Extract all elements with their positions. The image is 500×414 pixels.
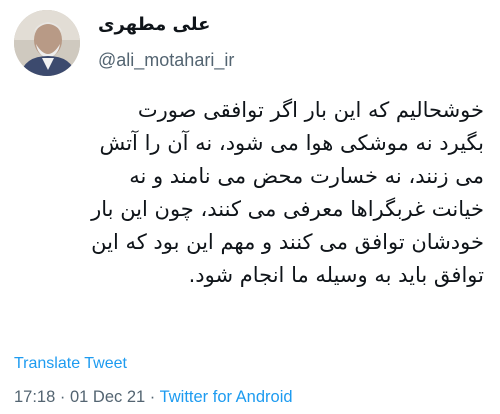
avatar[interactable] bbox=[14, 10, 80, 76]
tweet-line: خودشان توافق می کنند و مهم این بود که ای… bbox=[91, 230, 484, 254]
tweet-body: خوشحالیم که این بار اگر توافقی صورت بگیر… bbox=[14, 94, 484, 292]
tweet-time[interactable]: 17:18 bbox=[14, 388, 55, 406]
meta-separator: · bbox=[145, 388, 160, 406]
tweet-line: می زنند، نه خسارت محض می نامند و نه bbox=[129, 164, 484, 188]
tweet-line: توافق باید به وسیله ما انجام شود. bbox=[188, 263, 484, 287]
tweet-header: علی مطهری @ali_motahari_ir bbox=[14, 10, 486, 80]
tweet-line: بگیرد نه موشکی هوا می شود، نه آن را آتش bbox=[99, 131, 484, 155]
meta-separator: · bbox=[55, 388, 70, 406]
author-display-name[interactable]: علی مطهری bbox=[98, 14, 210, 35]
tweet-date[interactable]: 01 Dec 21 bbox=[70, 388, 145, 406]
tweet-line: خوشحالیم که این بار اگر توافقی صورت bbox=[137, 98, 484, 122]
user-avatar-photo-icon bbox=[14, 10, 80, 76]
tweet-line: خیانت غربگراها معرفی می کنند، چون این با… bbox=[91, 197, 484, 221]
author-handle[interactable]: @ali_motahari_ir bbox=[98, 50, 234, 71]
tweet-meta: 17:18 · 01 Dec 21 · Twitter for Android bbox=[14, 388, 293, 407]
tweet-source-link[interactable]: Twitter for Android bbox=[160, 388, 293, 406]
translate-tweet-link[interactable]: Translate Tweet bbox=[14, 355, 127, 373]
